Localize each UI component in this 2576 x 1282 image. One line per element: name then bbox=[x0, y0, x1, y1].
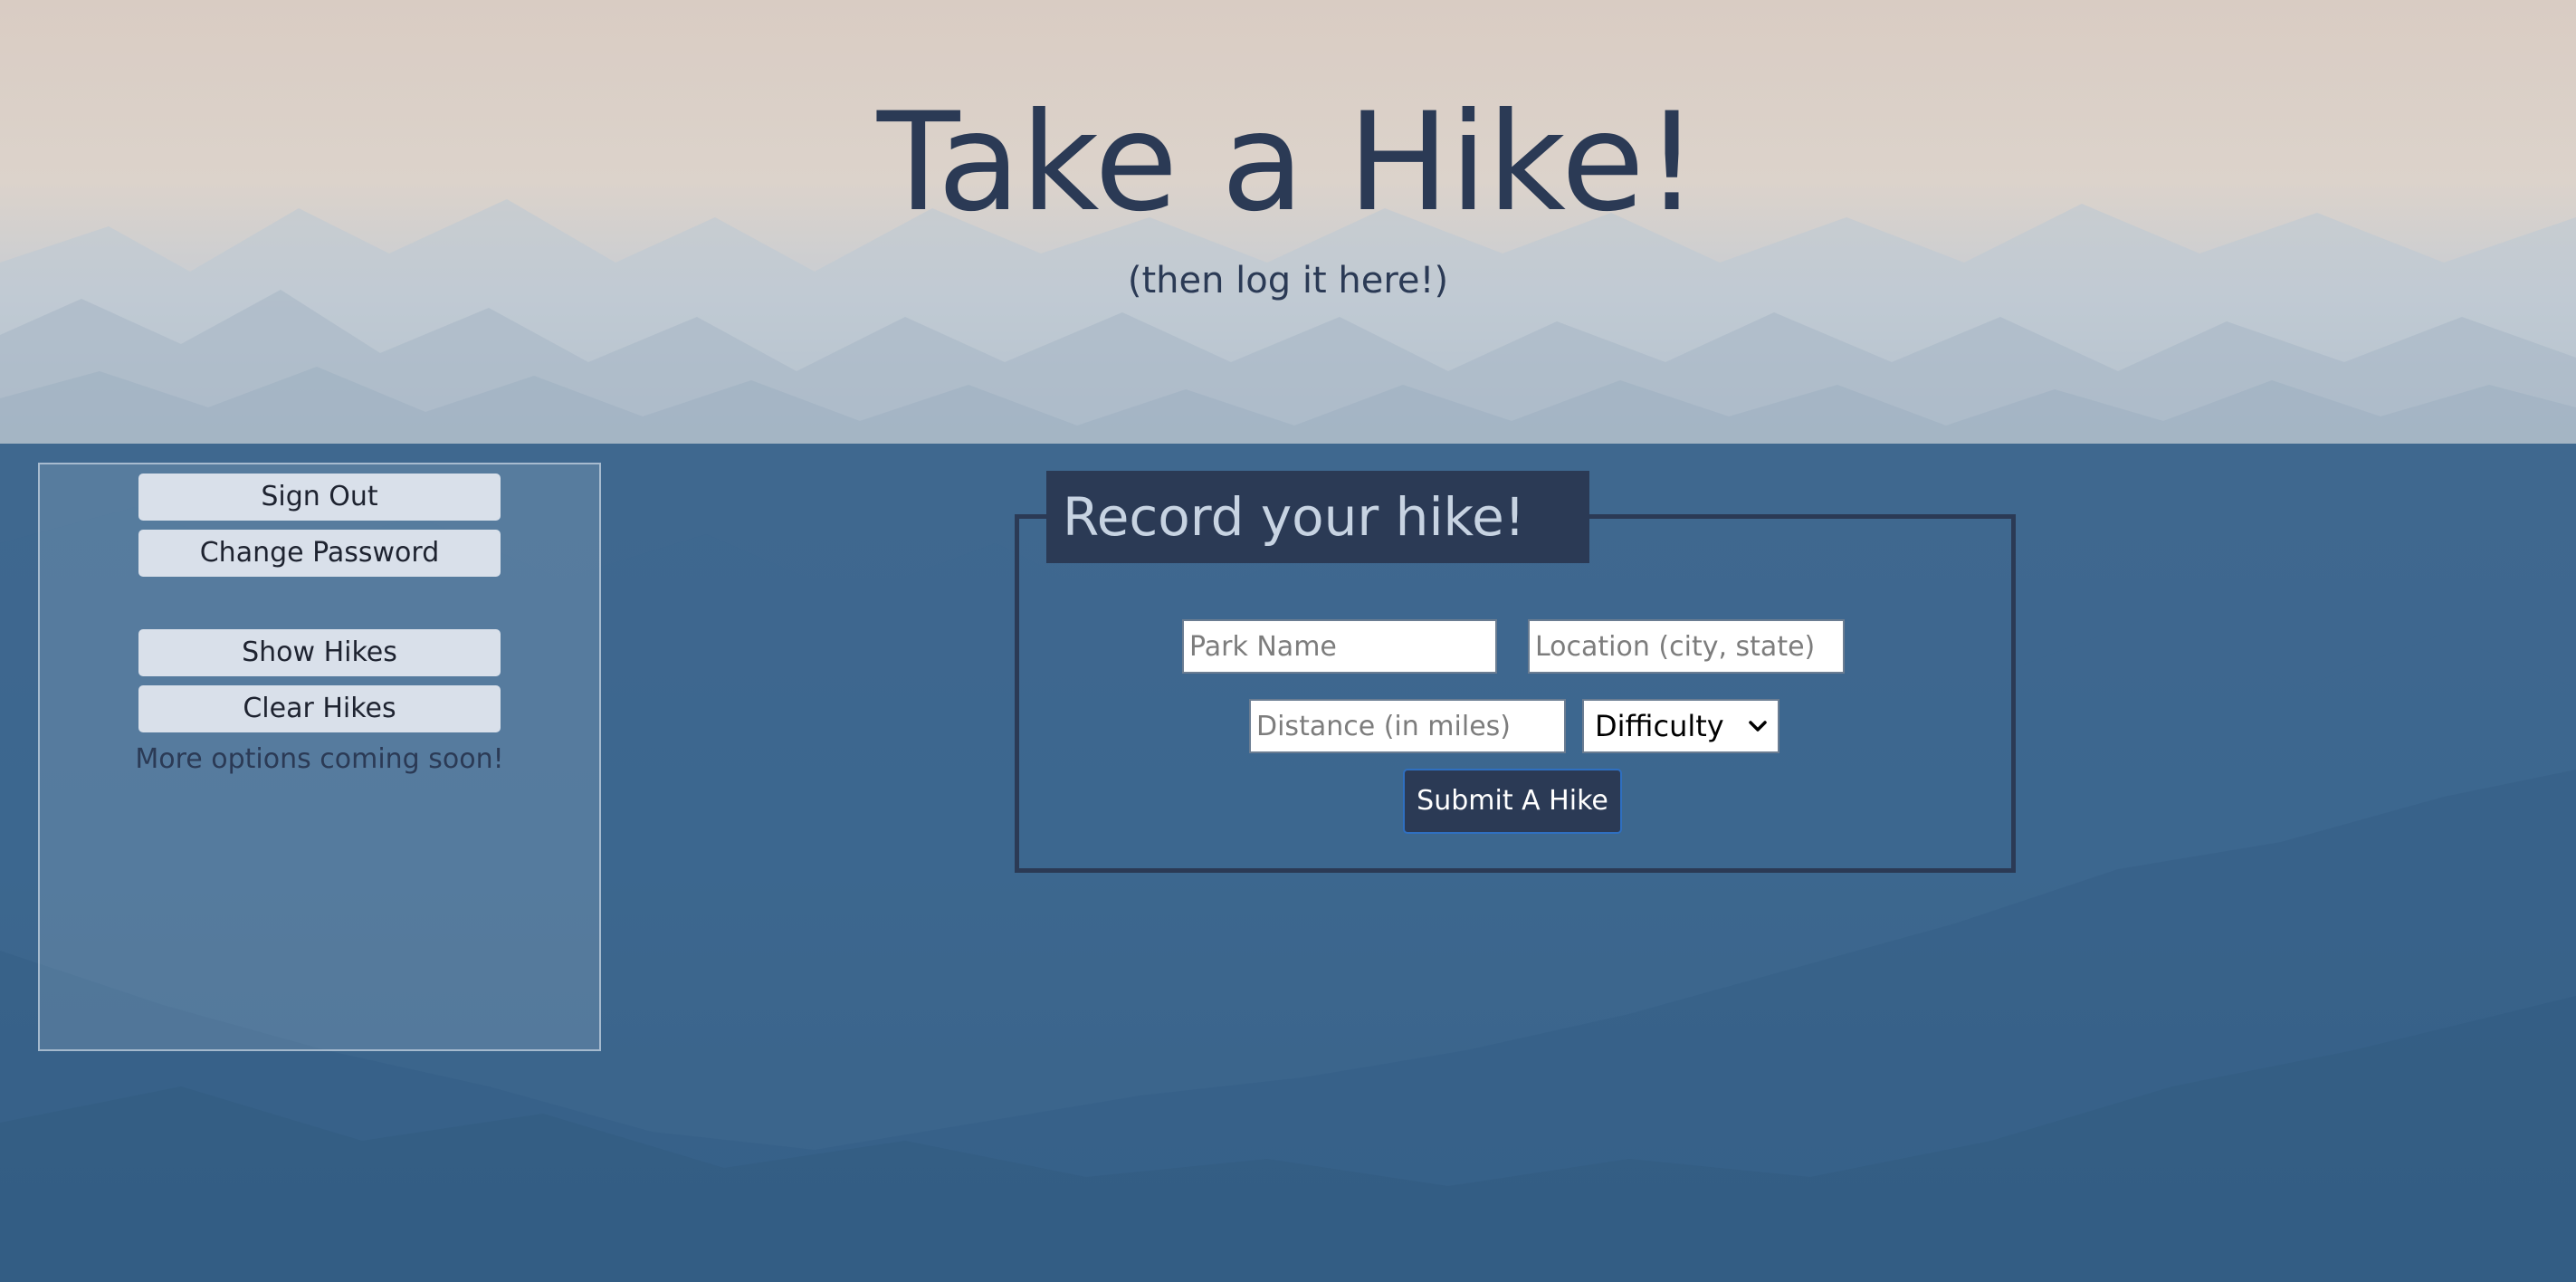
chevron-down-icon bbox=[1749, 721, 1767, 732]
difficulty-selected-value: Difficulty bbox=[1595, 709, 1724, 743]
page: Take a Hike! (then log it here!) Sign Ou… bbox=[0, 0, 2576, 1282]
park-name-input[interactable] bbox=[1182, 619, 1497, 674]
difficulty-select[interactable]: Difficulty bbox=[1582, 699, 1779, 753]
distance-input[interactable] bbox=[1249, 699, 1566, 753]
location-input[interactable] bbox=[1528, 619, 1845, 674]
show-hikes-button[interactable]: Show Hikes bbox=[138, 629, 501, 676]
sign-out-button[interactable]: Sign Out bbox=[138, 474, 501, 521]
page-title: Take a Hike! bbox=[876, 84, 1700, 242]
more-options-note: More options coming soon! bbox=[135, 743, 504, 775]
submit-hike-button[interactable]: Submit A Hike bbox=[1403, 769, 1622, 834]
clear-hikes-button[interactable]: Clear Hikes bbox=[138, 685, 501, 732]
page-subtitle: (then log it here!) bbox=[1127, 260, 1449, 301]
change-password-button[interactable]: Change Password bbox=[138, 530, 501, 577]
options-sidebar: Sign Out Change Password Show Hikes Clea… bbox=[38, 463, 601, 1051]
hike-form-legend: Record your hike! bbox=[1046, 471, 1589, 563]
